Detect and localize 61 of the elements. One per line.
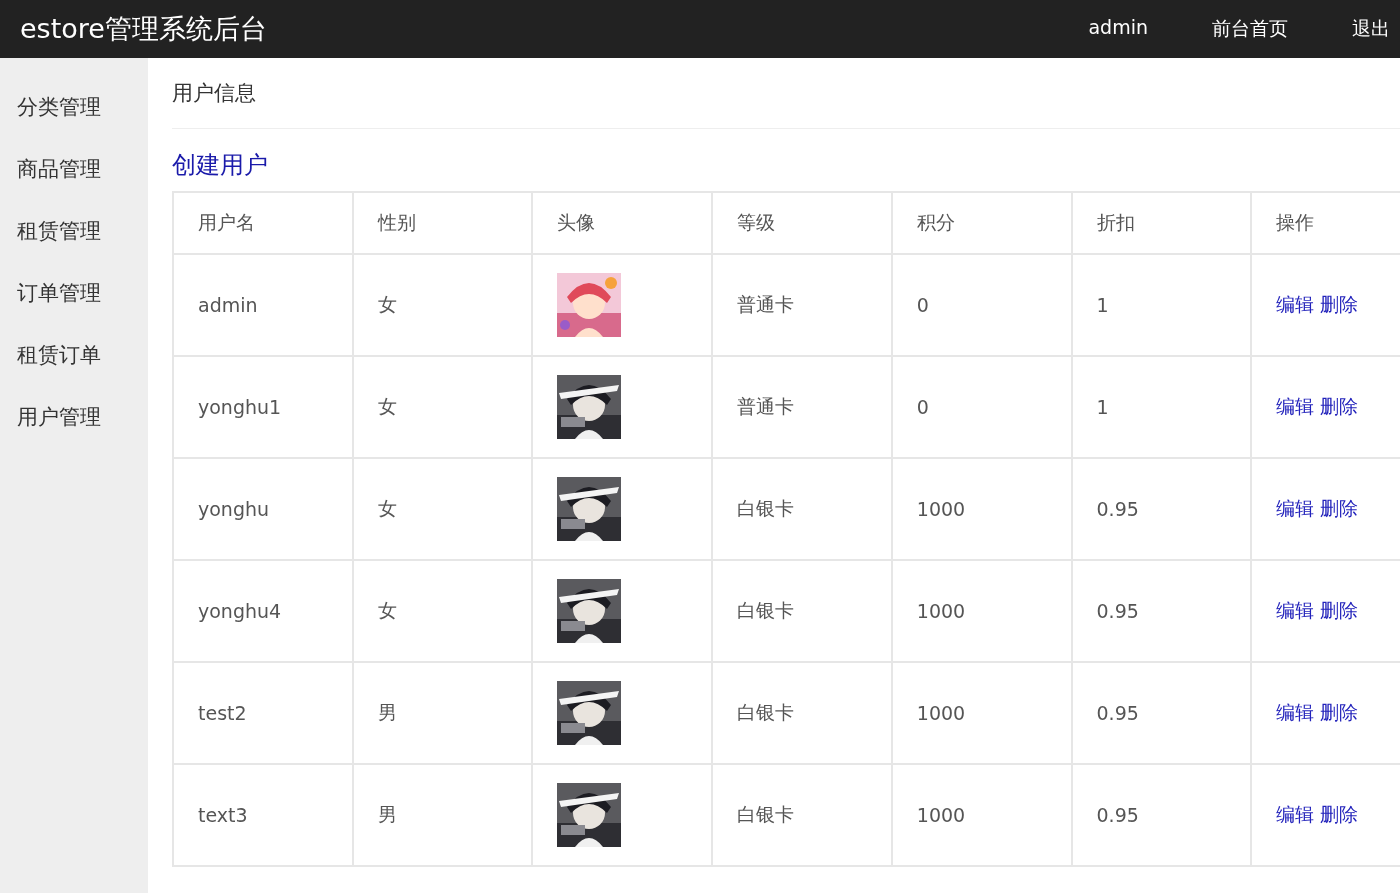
table-cell: test2 [173,662,353,764]
action-link[interactable]: 编辑 [1276,599,1315,621]
action-link[interactable]: 删除 [1320,599,1359,621]
table-cell: 白银卡 [712,560,892,662]
action-link[interactable]: 删除 [1320,701,1359,723]
action-link[interactable]: 编辑 [1276,701,1315,723]
nav-link[interactable]: 前台首页 [1148,16,1288,42]
page-title: 用户信息 [172,81,256,105]
action-link[interactable]: 编辑 [1276,395,1315,417]
column-header: 折扣 [1071,192,1252,254]
column-header: 积分 [891,192,1072,254]
table-cell: 男 [352,764,533,866]
table-cell: yonghu1 [173,356,353,458]
action-link[interactable]: 删除 [1320,395,1359,417]
table-cell: 1000 [891,662,1072,764]
action-link[interactable]: 编辑 [1276,803,1315,825]
action-link[interactable]: 删除 [1320,497,1359,519]
column-header: 头像 [532,192,713,254]
table-cell: 女 [352,356,533,458]
table-cell: 0 [891,254,1072,356]
table-cell: 普通卡 [712,254,892,356]
table-cell: 1 [1071,356,1252,458]
sidebar-item[interactable]: 订单管理 [0,264,148,326]
table-cell: text3 [173,764,353,866]
table-cell: 男 [352,662,533,764]
table-cell: 普通卡 [712,356,892,458]
sidebar-item[interactable]: 商品管理 [0,140,148,202]
table-cell: 0.95 [1071,662,1252,764]
sidebar-item[interactable]: 分类管理 [0,78,148,140]
sidebar-item[interactable]: 租赁订单 [0,326,148,388]
table-cell: yonghu4 [173,560,353,662]
table-cell: 女 [352,254,533,356]
action-link[interactable]: 删除 [1320,803,1359,825]
table-cell: 女 [352,560,533,662]
column-header: 用户名 [173,192,353,254]
app-title: estore管理系统后台 [20,12,267,46]
column-header: 操作 [1251,192,1400,254]
table-cell: admin [173,254,353,356]
column-header: 等级 [712,192,892,254]
table-cell: 1000 [891,458,1072,560]
nav-link[interactable]: 退出 [1288,16,1390,42]
action-link[interactable]: 编辑 [1276,497,1315,519]
sidebar-item[interactable]: 租赁管理 [0,202,148,264]
table-cell: 1 [1071,254,1252,356]
action-link[interactable]: 删除 [1320,293,1359,315]
table-cell: 1000 [891,560,1072,662]
nav-link[interactable]: admin [1024,16,1148,42]
table-cell: 女 [352,458,533,560]
table-cell: 0 [891,356,1072,458]
column-header: 性别 [352,192,533,254]
create-user-link[interactable]: 创建用户 [172,149,268,181]
table-cell: 白银卡 [712,662,892,764]
table-cell: 0.95 [1071,458,1252,560]
table-cell: 1000 [891,764,1072,866]
action-link[interactable]: 编辑 [1276,293,1315,315]
table-cell: 白银卡 [712,764,892,866]
table-cell: 白银卡 [712,458,892,560]
sidebar-item[interactable]: 用户管理 [0,388,148,450]
table-cell: 0.95 [1071,764,1252,866]
table-cell: 0.95 [1071,560,1252,662]
table-cell: yonghu [173,458,353,560]
